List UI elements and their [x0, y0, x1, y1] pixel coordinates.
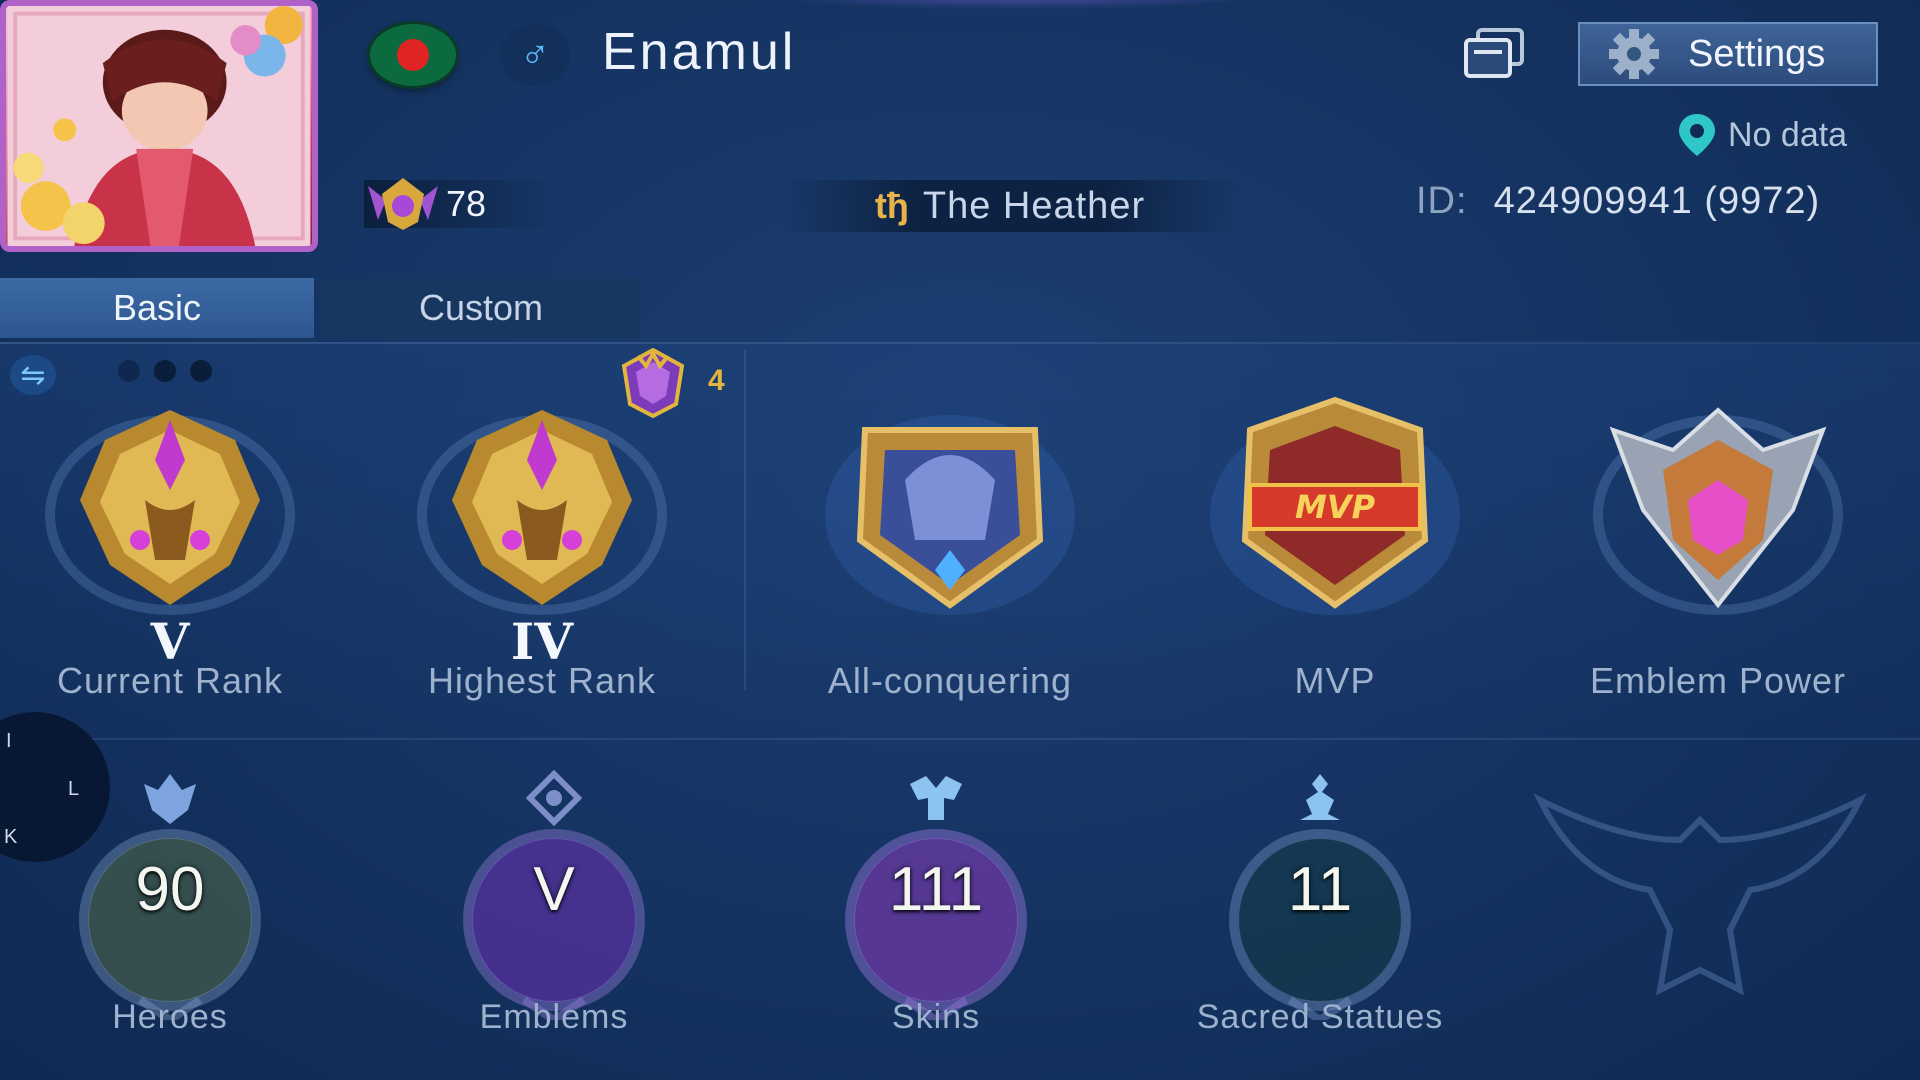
sacred-statues-count: 11	[1287, 855, 1353, 924]
all-conquering-label: All-conquering	[827, 660, 1073, 701]
mythic-rank-emblem	[45, 410, 295, 615]
squad-info[interactable]: tђ The Heather	[780, 180, 1240, 232]
side-menu-letter: L	[68, 778, 80, 800]
emblems-label: Emblems	[479, 998, 629, 1036]
squad-icon: tђ	[874, 185, 909, 226]
emblem-power-emblem	[1593, 407, 1843, 615]
mythic-rank-emblem	[417, 410, 667, 615]
emblems-level: V	[533, 855, 575, 924]
carousel-dot[interactable]	[118, 360, 140, 382]
swap-icon[interactable]: ⇋	[10, 355, 56, 395]
mvp-label: MVP	[1294, 660, 1376, 701]
stats-divider	[0, 738, 1920, 740]
mvp-emblem: MVP	[1210, 396, 1460, 615]
top-glow-ornament	[740, 0, 1300, 10]
all-conquering-emblem	[825, 415, 1075, 615]
carousel-dot[interactable]	[190, 360, 212, 382]
all-conquering-card[interactable]: All-conquering	[790, 390, 1110, 710]
season-badge-count: 4	[708, 364, 725, 397]
player-name: Enamul	[602, 23, 797, 81]
avatar-portrait	[7, 6, 311, 246]
location-info[interactable]: No data	[1676, 112, 1847, 158]
level-value: 78	[446, 183, 487, 224]
emblem-power-card[interactable]: Emblem Power	[1558, 390, 1878, 710]
carousel-dot-active[interactable]	[154, 360, 176, 382]
tab-basic[interactable]: Basic	[0, 278, 314, 338]
skins-label: Skins	[891, 998, 981, 1036]
settings-label: Settings	[1688, 32, 1826, 75]
emblems-stat[interactable]: V Emblems	[404, 770, 704, 1070]
player-level: 78	[364, 178, 557, 230]
heroes-count: 90	[135, 855, 205, 924]
heroes-label: Heroes	[112, 998, 228, 1036]
mvp-card[interactable]: MVP MVP	[1175, 390, 1495, 710]
sacred-statues-stat[interactable]: 11 Sacred Statues	[1170, 770, 1470, 1070]
gear-icon	[1609, 29, 1659, 79]
side-menu-letter: I	[6, 730, 12, 752]
tab-custom[interactable]: Custom	[322, 278, 640, 338]
message-icon[interactable]	[1462, 26, 1526, 80]
current-rank-card[interactable]: V Current Rank	[10, 390, 330, 710]
level-badge-icon	[368, 178, 438, 230]
location-pin-icon	[1679, 114, 1715, 156]
squad-name: The Heather	[922, 184, 1146, 227]
section-divider	[744, 350, 746, 690]
emblem-power-label: Emblem Power	[1589, 660, 1847, 701]
player-id-label: ID:	[1416, 180, 1468, 222]
highest-rank-card[interactable]: IV Highest Rank	[382, 390, 702, 710]
location-text: No data	[1728, 115, 1848, 154]
male-icon: ♂	[500, 24, 570, 86]
mvp-badge-text: MVP	[1295, 488, 1376, 526]
player-id-value: 424909941 (9972)	[1493, 180, 1821, 222]
player-id[interactable]: ID: 424909941 (9972)	[1416, 180, 1820, 223]
skins-stat[interactable]: 111 Skins	[786, 770, 1086, 1070]
side-menu-letter: K	[4, 826, 18, 848]
current-rank-label: Current Rank	[56, 660, 284, 701]
sacred-statues-label: Sacred Statues	[1196, 998, 1444, 1036]
player-avatar[interactable]	[0, 0, 318, 252]
country-flag-icon	[370, 24, 456, 86]
highest-rank-label: Highest Rank	[427, 660, 657, 701]
settings-button[interactable]: Settings	[1578, 22, 1878, 86]
skins-count: 111	[888, 855, 984, 924]
locked-phoenix-icon	[1533, 793, 1867, 996]
carousel-dots	[118, 360, 212, 382]
